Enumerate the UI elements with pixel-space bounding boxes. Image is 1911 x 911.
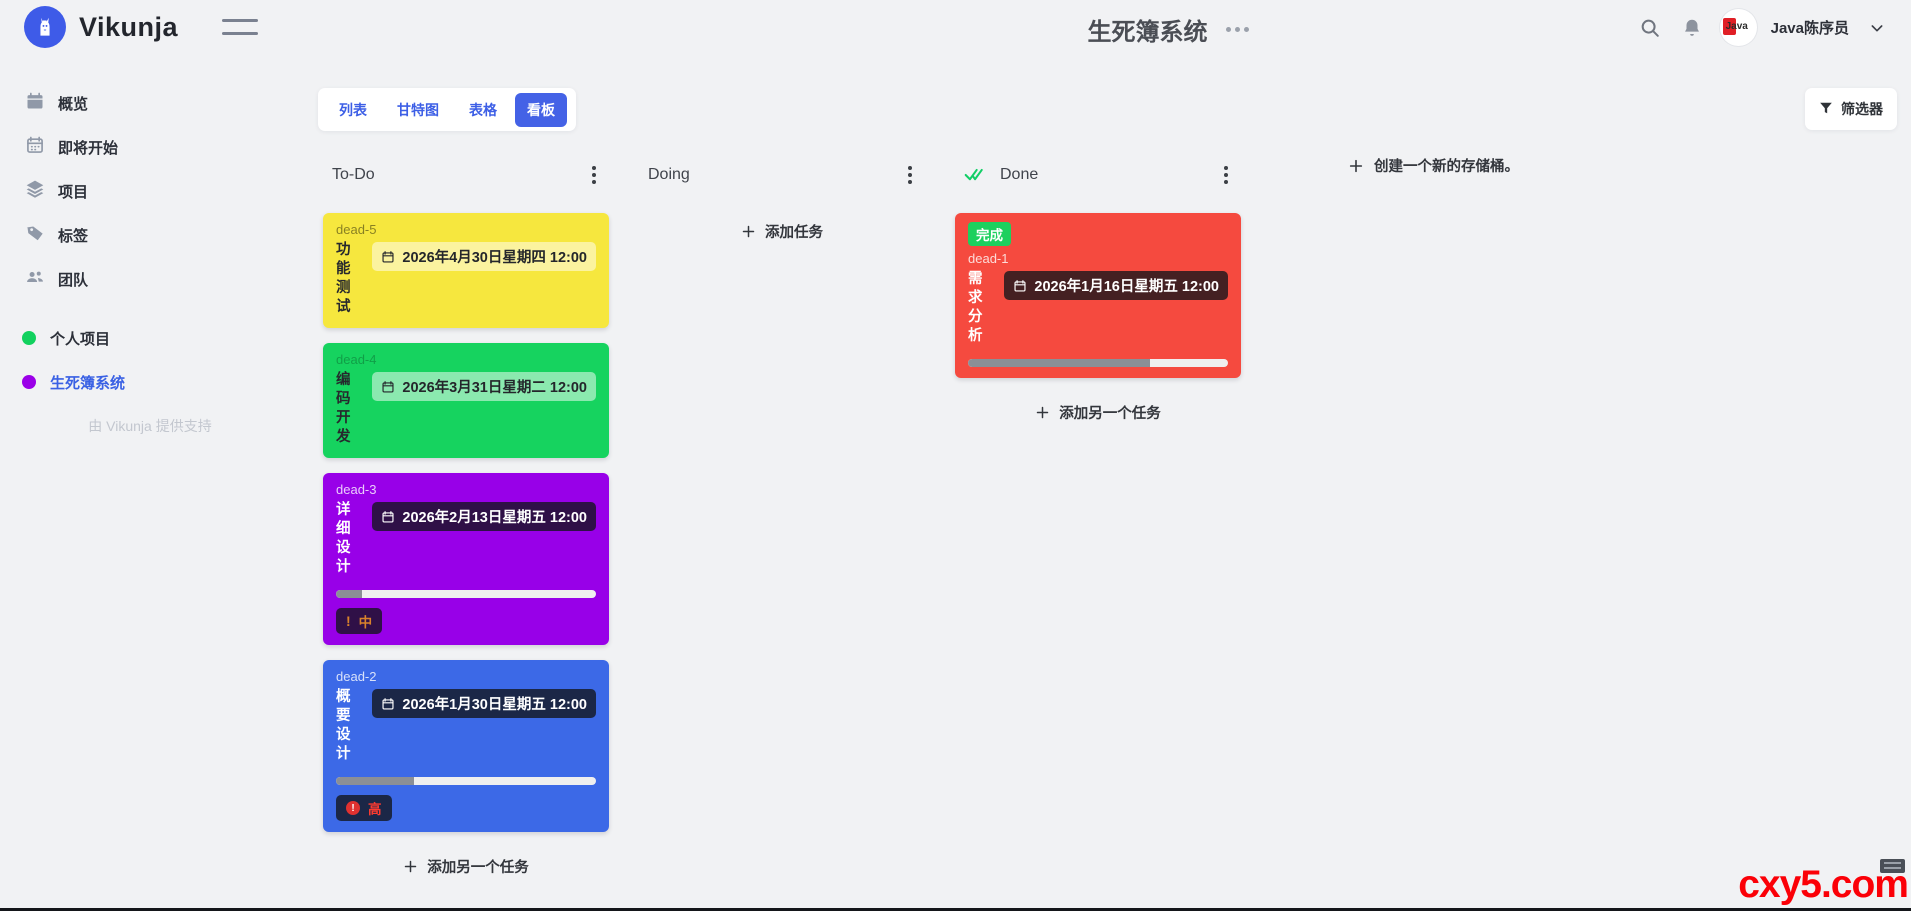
create-bucket-button[interactable]: 创建一个新的存储桶。: [1348, 155, 1519, 176]
task-card[interactable]: dead-2 概要设计 2026年1月30日星期五 12:00 ! 高: [323, 660, 609, 832]
sidebar-item-projects[interactable]: 项目: [0, 169, 300, 213]
sidebar-item-label: 标签: [58, 227, 89, 245]
task-title: 详细设计: [336, 502, 351, 575]
calendar-icon: [382, 697, 394, 710]
bucket-todo: To-Do dead-5 功能测试 2026年4月30日星期四 12:00 de…: [323, 163, 609, 877]
search-icon[interactable]: [1636, 14, 1664, 42]
add-another-task-button[interactable]: 添加另一个任务: [323, 856, 609, 877]
add-task-button[interactable]: 添加任务: [639, 221, 925, 242]
priority-label: 中: [358, 615, 373, 630]
project-color-dot: [22, 331, 36, 345]
filter-label: 筛选器: [1841, 101, 1883, 117]
task-title: 需求分析: [968, 271, 983, 344]
priority-badge: ! 中: [336, 608, 383, 634]
sidebar-project-current[interactable]: 生死簿系统: [0, 360, 300, 404]
task-card[interactable]: dead-4 编码开发 2026年3月31日星期二 12:00: [323, 343, 609, 458]
due-date-badge: 2026年1月30日星期五 12:00: [372, 689, 596, 718]
sidebar-item-label: 概览: [58, 95, 89, 113]
task-id: dead-2: [336, 669, 377, 684]
task-title: 编码开发: [336, 372, 351, 445]
title-options-icon[interactable]: [1222, 23, 1253, 36]
notifications-bell-icon[interactable]: [1678, 14, 1706, 42]
chevron-down-icon[interactable]: [1863, 14, 1891, 42]
done-badge: 完成: [968, 222, 1011, 246]
sidebar-item-labels[interactable]: 标签: [0, 213, 300, 257]
sidebar-item-teams[interactable]: 团队: [0, 257, 300, 301]
project-label: 生死簿系统: [50, 374, 126, 392]
calendar-icon: [25, 91, 45, 116]
calendar-icon: [382, 380, 394, 393]
bucket-menu-icon[interactable]: [904, 162, 916, 188]
sidebar: 概览 即将开始 项目 标签 团队 个人项目 生死簿系统 由 Vikunja 提供…: [0, 55, 300, 436]
tag-icon: [25, 223, 45, 248]
priority-label: 高: [368, 802, 382, 817]
sidebar-item-label: 即将开始: [58, 139, 119, 157]
sidebar-item-label: 团队: [58, 271, 89, 289]
calendar-icon: [1014, 279, 1026, 292]
layers-icon: [25, 179, 45, 204]
user-avatar[interactable]: Java: [1719, 9, 1757, 46]
menu-toggle-icon[interactable]: [222, 19, 258, 35]
bucket-done: Done 完成 dead-1 需求分析 2026年1月16日星期五 12:00 …: [955, 163, 1241, 423]
calendar-icon: [382, 250, 394, 263]
page-title: 生死簿系统: [1087, 19, 1208, 46]
project-label: 个人项目: [50, 330, 111, 348]
bucket-menu-icon[interactable]: [1220, 162, 1232, 188]
add-another-task-button[interactable]: 添加另一个任务: [955, 402, 1241, 423]
task-id: dead-5: [336, 222, 377, 237]
watermark-text: cxy5.com: [1738, 863, 1909, 906]
due-date-badge: 2026年3月31日星期二 12:00: [372, 372, 596, 401]
sidebar-item-overview[interactable]: 概览: [0, 81, 300, 125]
user-name: Java陈序员: [1770, 20, 1849, 37]
plus-icon: [1037, 406, 1049, 419]
view-switcher: 列表 甘特图 表格 看板: [318, 88, 576, 131]
calendar-icon: [382, 510, 394, 523]
app-logo[interactable]: Vikunja: [24, 6, 178, 48]
users-icon: [25, 267, 45, 292]
priority-alert-icon: !: [346, 801, 360, 815]
task-card[interactable]: dead-5 功能测试 2026年4月30日星期四 12:00: [323, 213, 609, 328]
bucket-title: To-Do: [332, 166, 375, 183]
bucket-doing: Doing 添加任务: [639, 163, 925, 242]
tab-gantt[interactable]: 甘特图: [385, 93, 451, 127]
task-id: dead-4: [336, 352, 377, 367]
task-card[interactable]: dead-3 详细设计 2026年2月13日星期五 12:00 ! 中: [323, 473, 609, 645]
app-name: Vikunja: [79, 11, 179, 42]
top-bar: Vikunja 生死簿系统 Java Java陈序员: [0, 0, 1911, 55]
bucket-menu-icon[interactable]: [588, 162, 600, 188]
task-card[interactable]: 完成 dead-1 需求分析 2026年1月16日星期五 12:00: [955, 213, 1241, 378]
priority-badge: ! 高: [336, 795, 392, 821]
due-date-badge: 2026年4月30日星期四 12:00: [372, 242, 596, 271]
llama-logo-icon: [24, 6, 66, 48]
plus-icon: [742, 225, 755, 238]
tab-list[interactable]: 列表: [327, 93, 379, 127]
task-id: dead-3: [336, 482, 377, 497]
bucket-title: Done: [1000, 166, 1039, 183]
done-double-check-icon: [964, 166, 986, 184]
funnel-icon: [1819, 101, 1833, 118]
progress-bar: [336, 777, 596, 785]
sidebar-item-upcoming[interactable]: 即将开始: [0, 125, 300, 169]
priority-exclamation-icon: !: [346, 613, 351, 629]
project-color-dot: [22, 375, 36, 389]
task-id: dead-1: [968, 251, 1009, 266]
tab-table[interactable]: 表格: [457, 93, 509, 127]
due-date-badge: 2026年1月16日星期五 12:00: [1004, 271, 1228, 300]
avatar-text: Java: [1725, 21, 1748, 32]
plus-icon: [405, 860, 417, 873]
sidebar-item-label: 项目: [58, 183, 89, 201]
filter-button[interactable]: 筛选器: [1805, 88, 1897, 130]
plus-icon: [1349, 159, 1363, 172]
tab-kanban[interactable]: 看板: [515, 92, 567, 127]
upcoming-calendar-icon: [25, 135, 45, 160]
sidebar-project-personal[interactable]: 个人项目: [0, 316, 300, 360]
task-title: 功能测试: [336, 242, 351, 315]
powered-by-text: 由 Vikunja 提供支持: [88, 418, 212, 434]
progress-bar: [968, 359, 1228, 367]
progress-bar: [336, 590, 596, 598]
bucket-title: Doing: [648, 166, 690, 183]
task-title: 概要设计: [336, 689, 351, 762]
due-date-badge: 2026年2月13日星期五 12:00: [372, 502, 596, 531]
